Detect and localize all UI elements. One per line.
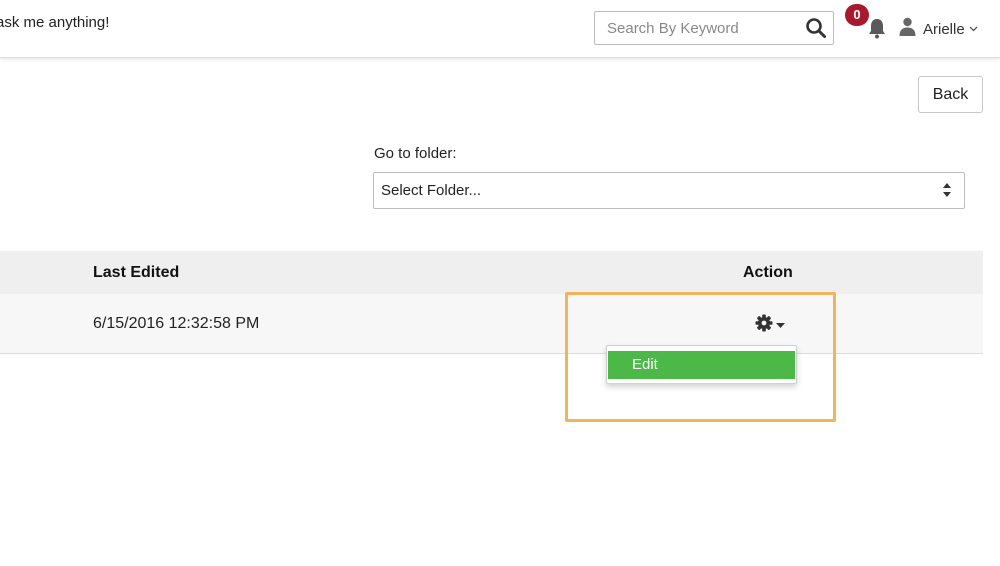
select-arrows-icon — [942, 182, 952, 198]
folder-label: Go to folder: — [374, 145, 457, 162]
header-tagline: ask me anything! — [0, 14, 110, 31]
notification-badge[interactable]: 0 — [845, 4, 869, 26]
folder-select-value: Select Folder... — [381, 182, 482, 199]
menu-item-edit-label: Edit — [632, 356, 658, 373]
caret-down-icon — [776, 316, 785, 334]
top-navbar: ask me anything! 0 Arielle — [0, 0, 1000, 58]
chevron-down-icon — [969, 24, 978, 35]
search-icon[interactable] — [805, 17, 827, 39]
table-header: Last Edited Action — [0, 251, 983, 294]
menu-item-edit[interactable]: Edit — [608, 351, 795, 379]
table-row: 6/15/2016 12:32:58 PM — [0, 294, 983, 354]
column-action: Action — [743, 264, 793, 281]
column-last-edited: Last Edited — [93, 264, 180, 281]
search-input[interactable] — [595, 12, 819, 44]
gear-icon — [755, 314, 773, 337]
back-button[interactable]: Back — [918, 76, 983, 113]
user-icon — [899, 17, 916, 41]
user-name: Arielle — [923, 20, 965, 38]
action-dropdown-menu: Edit — [606, 345, 797, 384]
user-menu[interactable]: Arielle — [899, 17, 978, 41]
last-edited-cell: 6/15/2016 12:32:58 PM — [93, 315, 260, 332]
bell-icon[interactable] — [867, 17, 887, 39]
search-box — [594, 11, 834, 45]
action-gear-button[interactable] — [755, 314, 787, 337]
folder-select[interactable]: Select Folder... — [373, 172, 965, 209]
